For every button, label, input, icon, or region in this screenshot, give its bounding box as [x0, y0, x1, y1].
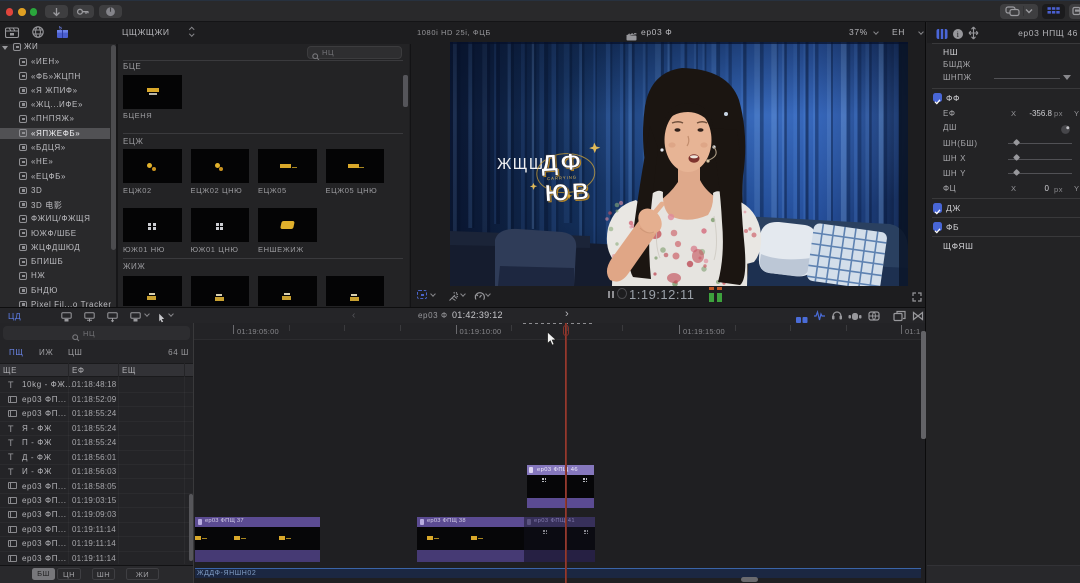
svg-text:5: 5	[59, 26, 62, 32]
svg-text:ДФ: ДФ	[541, 148, 585, 176]
svg-text:ЮВ: ЮВ	[544, 178, 593, 206]
